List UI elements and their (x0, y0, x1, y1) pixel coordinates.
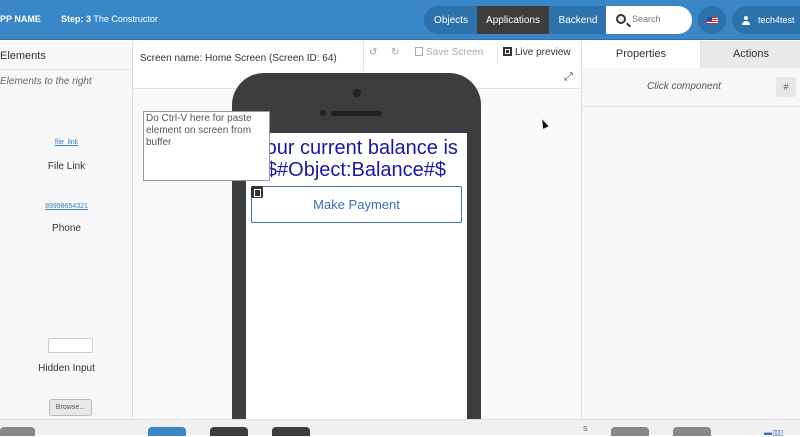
phone-camera (353, 89, 361, 97)
us-flag-icon (706, 16, 718, 24)
step-indicator: Step: 3 The Constructor (61, 14, 158, 24)
divider (0, 69, 133, 70)
undo-icon[interactable]: ↺ (369, 47, 383, 63)
bottom-toolbar: S ▬ ▯▯▯ (0, 419, 800, 437)
divider (582, 106, 800, 107)
screen-name: Screen name: Home Screen (Screen ID: 64) (140, 53, 337, 64)
properties-panel: Properties Actions Click component # (581, 41, 800, 419)
bottom-scroll-label: S (583, 426, 588, 433)
balance-text[interactable]: Your current balance is $#Object:Balance… (246, 137, 467, 181)
top-bar: PP NAME Step: 3 The Constructor Objects … (0, 0, 800, 40)
phone-label[interactable]: Phone (0, 223, 133, 234)
user-icon (742, 15, 750, 25)
elements-title: Elements (0, 50, 46, 62)
user-menu-button[interactable]: tech4test (732, 6, 800, 34)
expand-icon[interactable]: ⤢ (564, 71, 573, 84)
elements-panel: Elements Elements to the right file_link… (0, 41, 133, 419)
elements-subtitle: Elements to the right (0, 76, 92, 87)
paste-area[interactable]: Do Ctrl-V here for paste element on scre… (143, 111, 270, 181)
tab-actions[interactable]: Actions (700, 41, 800, 68)
nav-applications[interactable]: Applications (477, 6, 549, 34)
app-name: PP NAME (0, 14, 41, 24)
divider (363, 41, 364, 71)
save-screen-button[interactable]: Save Screen (415, 47, 495, 63)
nav-backend[interactable]: Backend (549, 6, 607, 34)
phone-preview[interactable]: 89998654321 (0, 203, 133, 210)
save-screen-label: Save Screen (426, 47, 484, 58)
make-payment-button[interactable]: Make Payment (251, 186, 462, 223)
phone-speaker (331, 111, 382, 116)
file-link-label[interactable]: File Link (0, 161, 133, 172)
mouse-cursor-icon (539, 118, 549, 129)
redo-icon[interactable]: ↻ (391, 47, 405, 63)
live-preview-label: Live preview (515, 47, 571, 58)
phone-sensor (320, 110, 326, 116)
file-link-preview[interactable]: file_link (0, 139, 133, 146)
username: tech4test (758, 15, 795, 25)
tab-properties[interactable]: Properties (582, 41, 700, 68)
hidden-input-label[interactable]: Hidden Input (0, 363, 133, 374)
screen-canvas[interactable]: Your current balance is $#Object:Balance… (133, 73, 581, 433)
phone-screen[interactable]: Your current balance is $#Object:Balance… (246, 133, 467, 433)
step-label: Step: 3 (61, 14, 92, 24)
search-placeholder: Search (632, 14, 661, 24)
properties-empty-hint: Click component (647, 81, 721, 92)
step-title: The Constructor (93, 14, 158, 24)
browse-button-preview[interactable]: Browse... (49, 399, 92, 416)
search-icon (616, 14, 626, 24)
qr-code-icon (503, 47, 512, 56)
hash-button[interactable]: # (776, 77, 796, 97)
copy-icon[interactable] (251, 186, 263, 198)
save-icon (415, 47, 423, 56)
grid-view-icon[interactable]: ▬ ▯▯▯ (764, 428, 783, 437)
language-button[interactable] (698, 6, 726, 34)
hidden-input-preview[interactable] (48, 338, 93, 353)
search-input[interactable]: Search (606, 6, 692, 34)
live-preview-button[interactable]: Live preview (497, 47, 577, 63)
nav-objects[interactable]: Objects (424, 6, 478, 34)
